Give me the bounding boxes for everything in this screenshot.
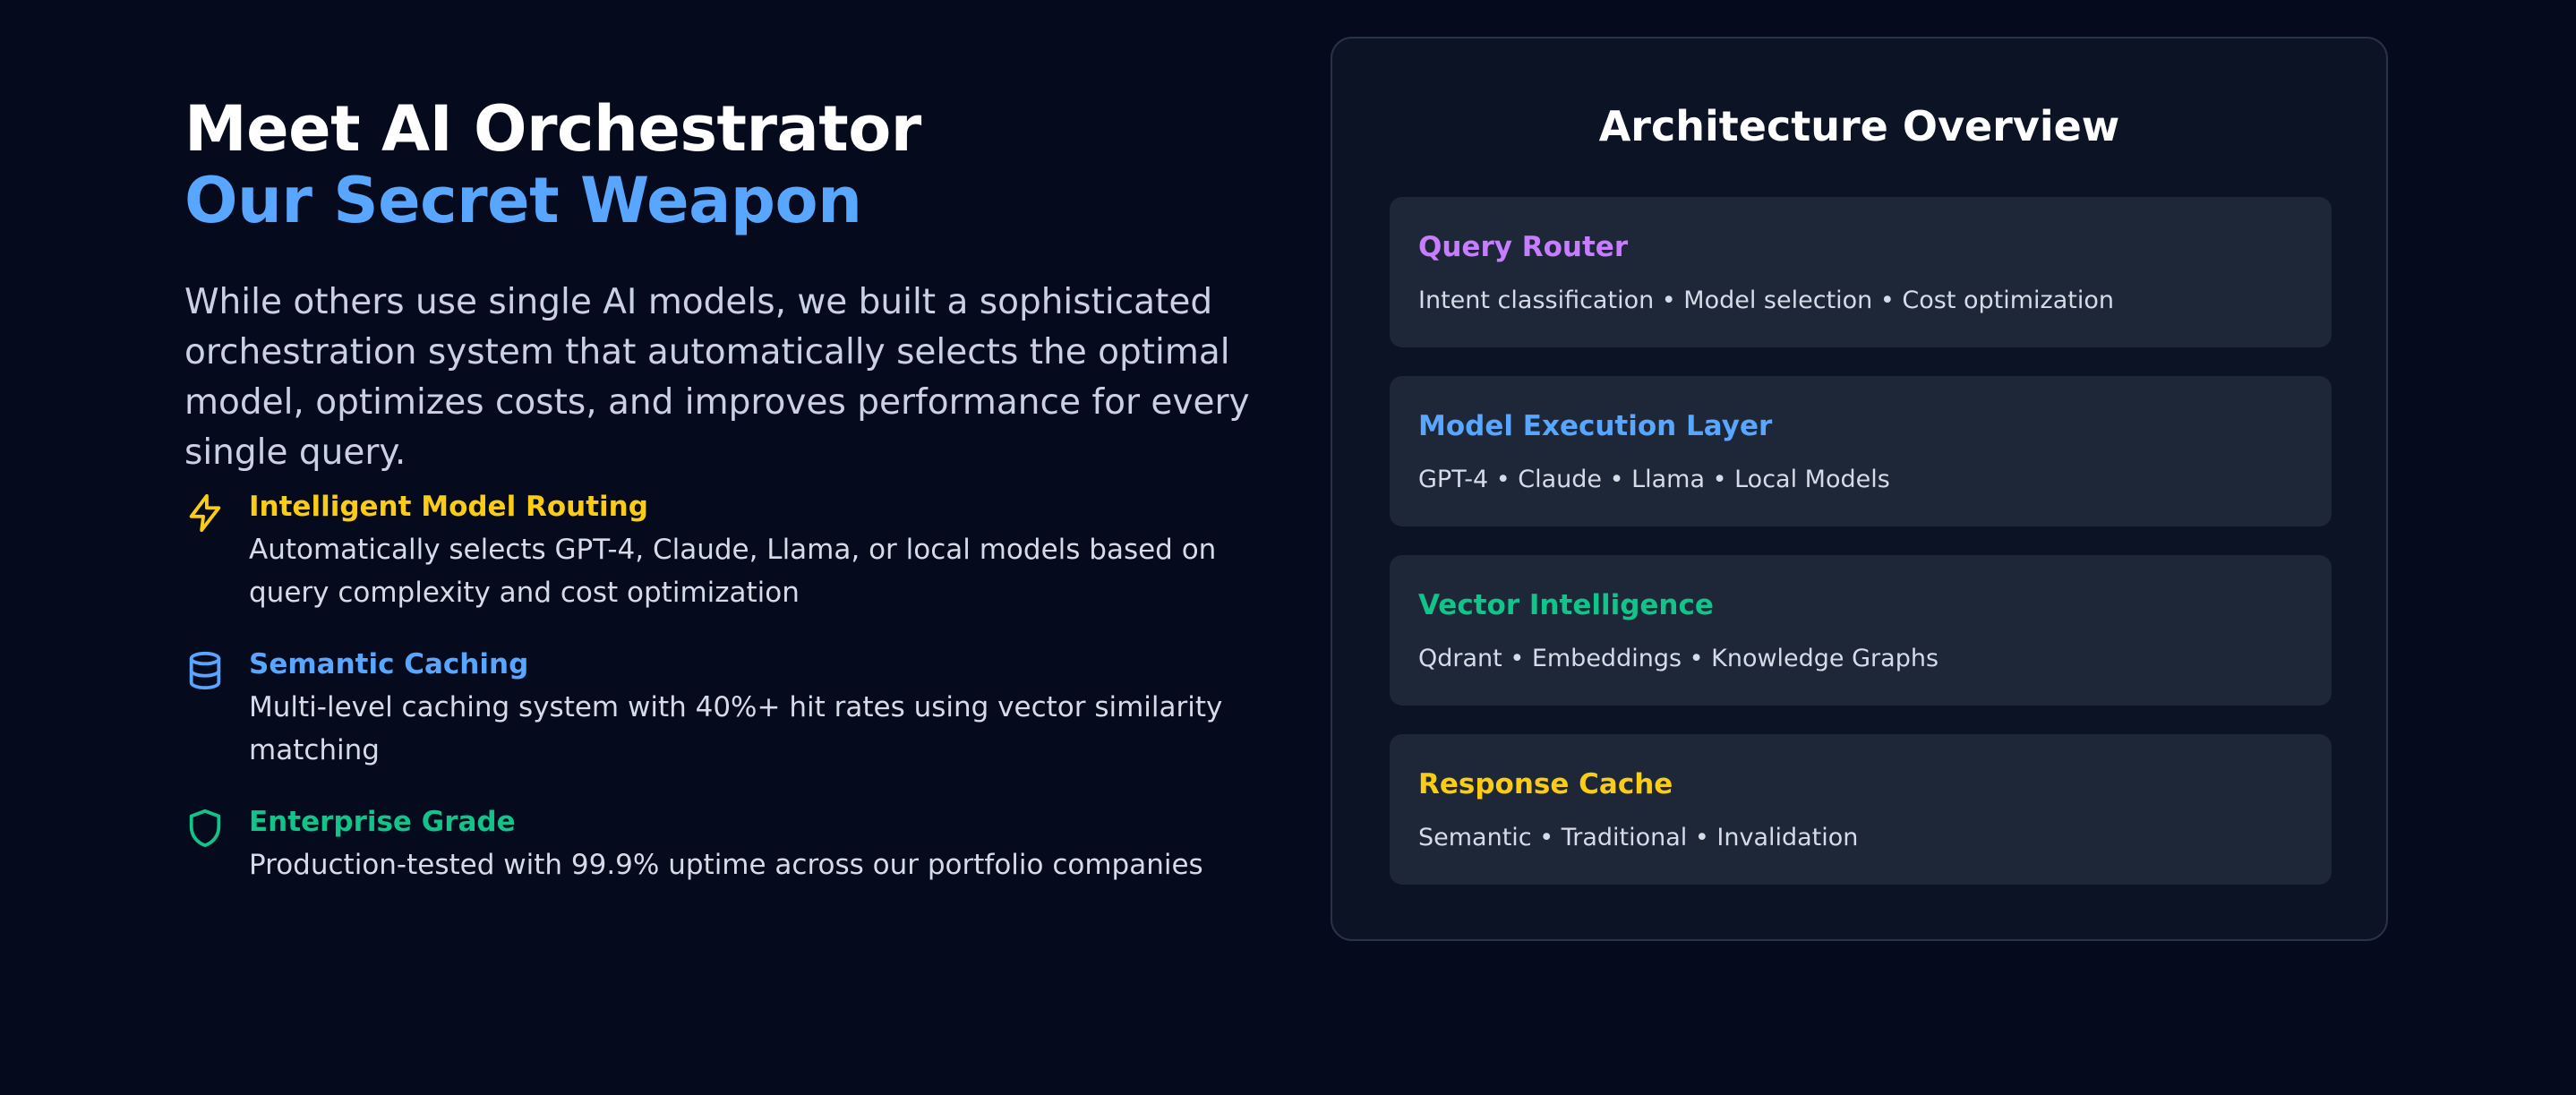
hero-title: Meet AI Orchestrator — [184, 92, 921, 166]
hero-heading: Meet AI Orchestrator Our Secret Weapon — [184, 93, 1259, 236]
layer-card-query-router: Query Router Intent classification • Mod… — [1390, 197, 2332, 347]
layer-title: Model Execution Layer — [1418, 410, 1773, 442]
layer-card-model-execution: Model Execution Layer GPT-4 • Claude • L… — [1390, 376, 2332, 526]
layer-description: GPT-4 • Claude • Llama • Local Models — [1418, 466, 1890, 493]
feature-description: Automatically selects GPT-4, Claude, Lla… — [249, 534, 1217, 609]
layer-title: Query Router — [1418, 231, 1629, 263]
shield-icon — [184, 808, 226, 849]
layer-card-vector-intelligence: Vector Intelligence Qdrant • Embeddings … — [1390, 555, 2332, 706]
page: Meet AI Orchestrator Our Secret Weapon W… — [0, 0, 2576, 1095]
lightning-icon — [184, 492, 226, 534]
architecture-title: Architecture Overview — [1598, 102, 2120, 150]
feature-description: Production-tested with 99.9% uptime acro… — [249, 849, 1203, 881]
architecture-panel: Architecture Overview Query Router Inten… — [1331, 37, 2388, 941]
feature-title: Semantic Caching — [249, 648, 529, 680]
layer-description: Semantic • Traditional • Invalidation — [1418, 824, 1859, 851]
hero-description: While others use single AI models, we bu… — [184, 282, 1250, 473]
feature-title: Enterprise Grade — [249, 806, 516, 838]
layer-card-response-cache: Response Cache Semantic • Traditional • … — [1390, 734, 2332, 885]
database-icon — [184, 650, 226, 691]
layer-description: Qdrant • Embeddings • Knowledge Graphs — [1418, 645, 1939, 672]
hero-subtitle: Our Secret Weapon — [184, 164, 862, 237]
feature-title: Intelligent Model Routing — [249, 491, 648, 523]
layer-description: Intent classification • Model selection … — [1418, 287, 2114, 314]
layer-title: Vector Intelligence — [1418, 589, 1714, 621]
hero-section: Meet AI Orchestrator Our Secret Weapon W… — [184, 93, 1259, 881]
feature-description: Multi-level caching system with 40%+ hit… — [249, 691, 1223, 766]
layer-title: Response Cache — [1418, 768, 1673, 800]
